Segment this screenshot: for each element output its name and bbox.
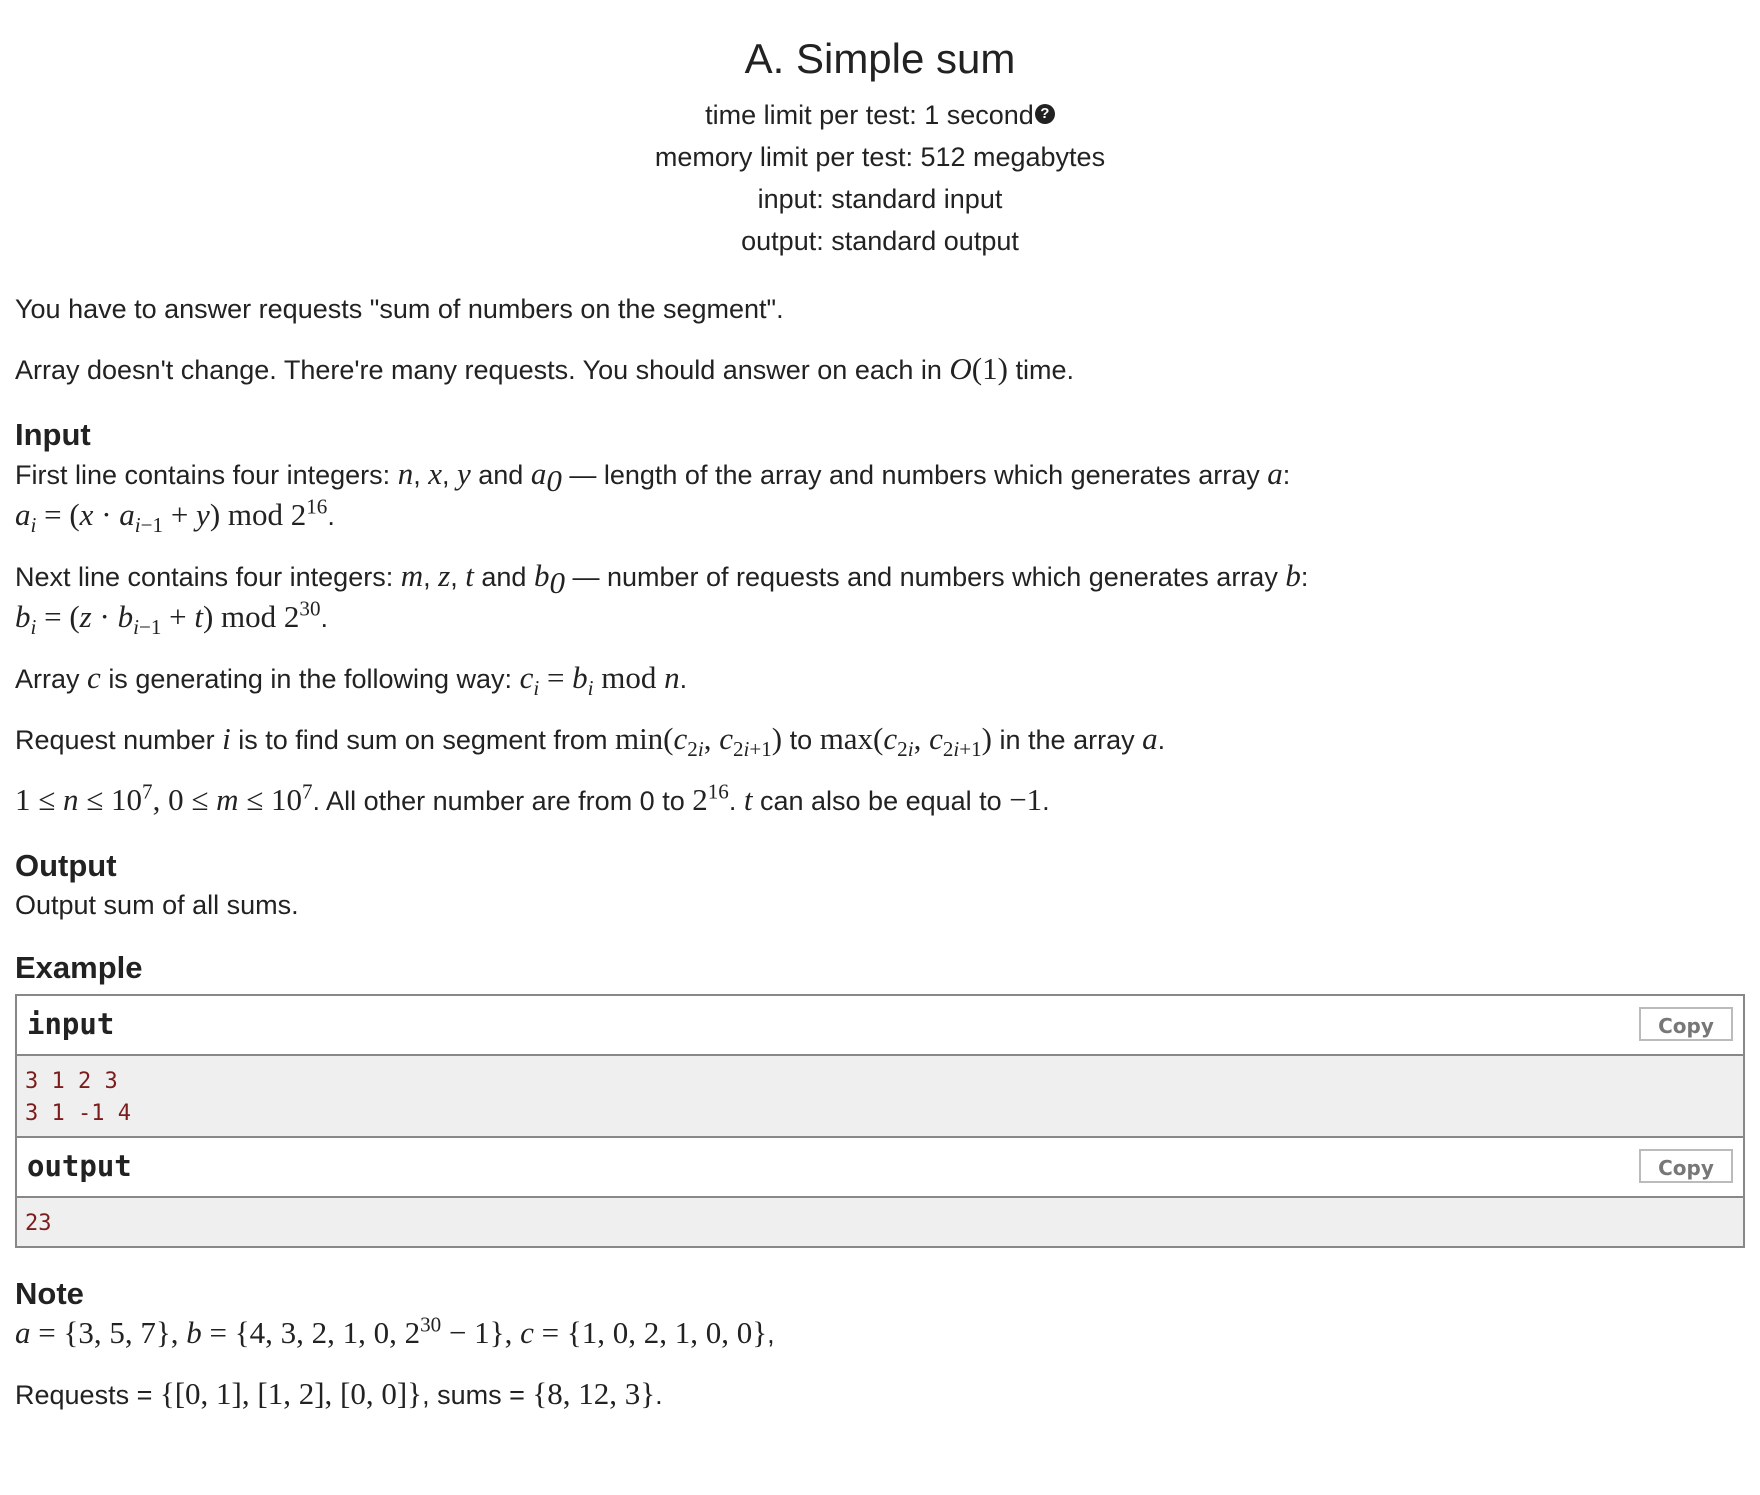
array-c-a: Array bbox=[15, 664, 80, 694]
var-a0: a0 bbox=[530, 456, 562, 499]
output-header: output Copy bbox=[17, 1138, 1743, 1198]
formula-min: min(c2i, c2i+1) bbox=[614, 721, 783, 762]
problem-title: A. Simple sum bbox=[744, 35, 1016, 82]
var-y: y bbox=[456, 456, 471, 491]
formula-a-rhs: = (x · ai−1 + y) mod 216 bbox=[36, 494, 328, 538]
next-line-b: — number of requests and numbers which g… bbox=[572, 562, 1278, 592]
array-c-paragraph: Array c is generating in the following w… bbox=[15, 660, 688, 701]
var-a-2: a bbox=[1142, 721, 1158, 756]
input-line: 3 1 2 3 bbox=[25, 1069, 118, 1094]
note-heading: Note bbox=[15, 1276, 84, 1311]
formula-2-16: 216 bbox=[692, 779, 729, 817]
big-o-formula: O bbox=[949, 351, 972, 386]
note-arrays: a = {3, 5, 7}, b = {4, 3, 2, 1, 0, 230 −… bbox=[15, 1312, 768, 1350]
time-limit-text: time limit per test: 1 second bbox=[705, 100, 1034, 130]
var-x: x bbox=[428, 456, 442, 491]
output-text: Output sum of all sums. bbox=[15, 890, 299, 920]
request-to: to bbox=[789, 725, 813, 755]
var-n: n bbox=[397, 456, 414, 491]
array-c-b: is generating in the following way: bbox=[108, 664, 513, 694]
input-body[interactable]: 3 1 2 3 3 1 -1 4 bbox=[17, 1056, 1743, 1138]
formula-max: max(c2i, c2i+1) bbox=[819, 721, 992, 762]
sums-value: {8, 12, 3} bbox=[532, 1376, 656, 1411]
formula-constraints: 1 ≤ n ≤ 107, 0 ≤ m ≤ 107 bbox=[15, 779, 313, 817]
var-t-2: t bbox=[743, 782, 753, 817]
next-line-a: Next line contains four integers: bbox=[15, 562, 394, 592]
copy-output-button[interactable]: Copy bbox=[1639, 1149, 1733, 1183]
problem-statement: You have to answer requests "sum of numb… bbox=[15, 290, 1745, 1414]
formula-c: ci = bi mod n bbox=[519, 660, 680, 701]
var-b0: b0 bbox=[533, 558, 565, 601]
input-heading: Input bbox=[15, 417, 91, 452]
time-limit: time limit per test: 1 second? bbox=[0, 94, 1760, 136]
input-line1-b: — length of the array and numbers which … bbox=[569, 460, 1260, 490]
formula-b-rhs: = (z · bi−1 + t) mod 230 bbox=[36, 596, 321, 640]
formula-a: ai = (x · ai−1 + y) mod 216. bbox=[15, 494, 335, 538]
example-heading: Example bbox=[15, 950, 143, 985]
request-paragraph: Request number i is to find sum on segme… bbox=[15, 721, 1166, 762]
var-i: i bbox=[222, 721, 231, 756]
next-line-and: and bbox=[481, 562, 527, 592]
output-line: 23 bbox=[25, 1211, 52, 1236]
note-formula: a = {3, 5, 7}, b = {4, 3, 2, 1, 0, 230 −… bbox=[15, 1312, 775, 1350]
constraints-b: can also be equal to bbox=[759, 786, 1002, 816]
statement-paragraph-2: Array doesn't change. There're many requ… bbox=[15, 350, 1745, 389]
constraints-a: . All other number are from 0 to bbox=[312, 786, 685, 816]
note-requests: Requests = {[0, 1], [1, 2], [0, 0]}, sum… bbox=[15, 1376, 663, 1411]
sums-label: , sums = bbox=[422, 1380, 525, 1410]
statement-paragraph-1: You have to answer requests "sum of numb… bbox=[15, 294, 784, 324]
var-a: a bbox=[1267, 456, 1283, 491]
var-b: b bbox=[1285, 558, 1301, 593]
formula-b-lhs: bi bbox=[15, 599, 37, 640]
input-line1-and: and bbox=[478, 460, 524, 490]
request-c: in the array bbox=[999, 725, 1135, 755]
input-line-1: First line contains four integers: n, x,… bbox=[15, 456, 1291, 499]
problem-header: A. Simple sum time limit per test: 1 sec… bbox=[0, 0, 1760, 262]
output-label: output bbox=[27, 1149, 132, 1183]
problem-page: A. Simple sum time limit per test: 1 sec… bbox=[0, 0, 1760, 1495]
output-body[interactable]: 23 bbox=[17, 1198, 1743, 1246]
var-t: t bbox=[465, 558, 474, 593]
var-z: z bbox=[438, 558, 451, 593]
formula-minus-one: −1 bbox=[1009, 782, 1043, 817]
big-o-arg: (1) bbox=[971, 351, 1008, 386]
input-line: 3 1 -1 4 bbox=[25, 1101, 131, 1126]
formula-b: bi = (z · bi−1 + t) mod 230. bbox=[15, 596, 329, 640]
input-spec: input: standard input bbox=[757, 184, 1003, 214]
input-label: input bbox=[27, 1007, 115, 1041]
var-m: m bbox=[400, 558, 424, 593]
input-line1-a: First line contains four integers: bbox=[15, 460, 391, 490]
p2-text-a: Array doesn't change. There're many requ… bbox=[15, 355, 942, 385]
memory-limit: memory limit per test: 512 megabytes bbox=[654, 142, 1106, 172]
help-circle-icon[interactable]: ? bbox=[1034, 104, 1055, 124]
constraints-paragraph: 1 ≤ n ≤ 107, 0 ≤ m ≤ 107. All other numb… bbox=[15, 779, 1050, 817]
formula-a-lhs: ai bbox=[15, 497, 37, 538]
request-b: is to find sum on segment from bbox=[238, 725, 608, 755]
requests-label: Requests = bbox=[15, 1380, 153, 1410]
output-heading: Output bbox=[15, 848, 117, 883]
input-header: input Copy bbox=[17, 996, 1743, 1056]
copy-input-button[interactable]: Copy bbox=[1639, 1007, 1733, 1041]
output-spec: output: standard output bbox=[741, 226, 1019, 256]
example-box: input Copy 3 1 2 3 3 1 -1 4 output Copy 2… bbox=[15, 994, 1745, 1248]
requests-value: {[0, 1], [1, 2], [0, 0]} bbox=[159, 1376, 423, 1411]
var-c: c bbox=[87, 660, 101, 695]
request-a: Request number bbox=[15, 725, 215, 755]
p2-text-b: time. bbox=[1015, 355, 1074, 385]
next-line: Next line contains four integers: m, z, … bbox=[15, 558, 1309, 601]
